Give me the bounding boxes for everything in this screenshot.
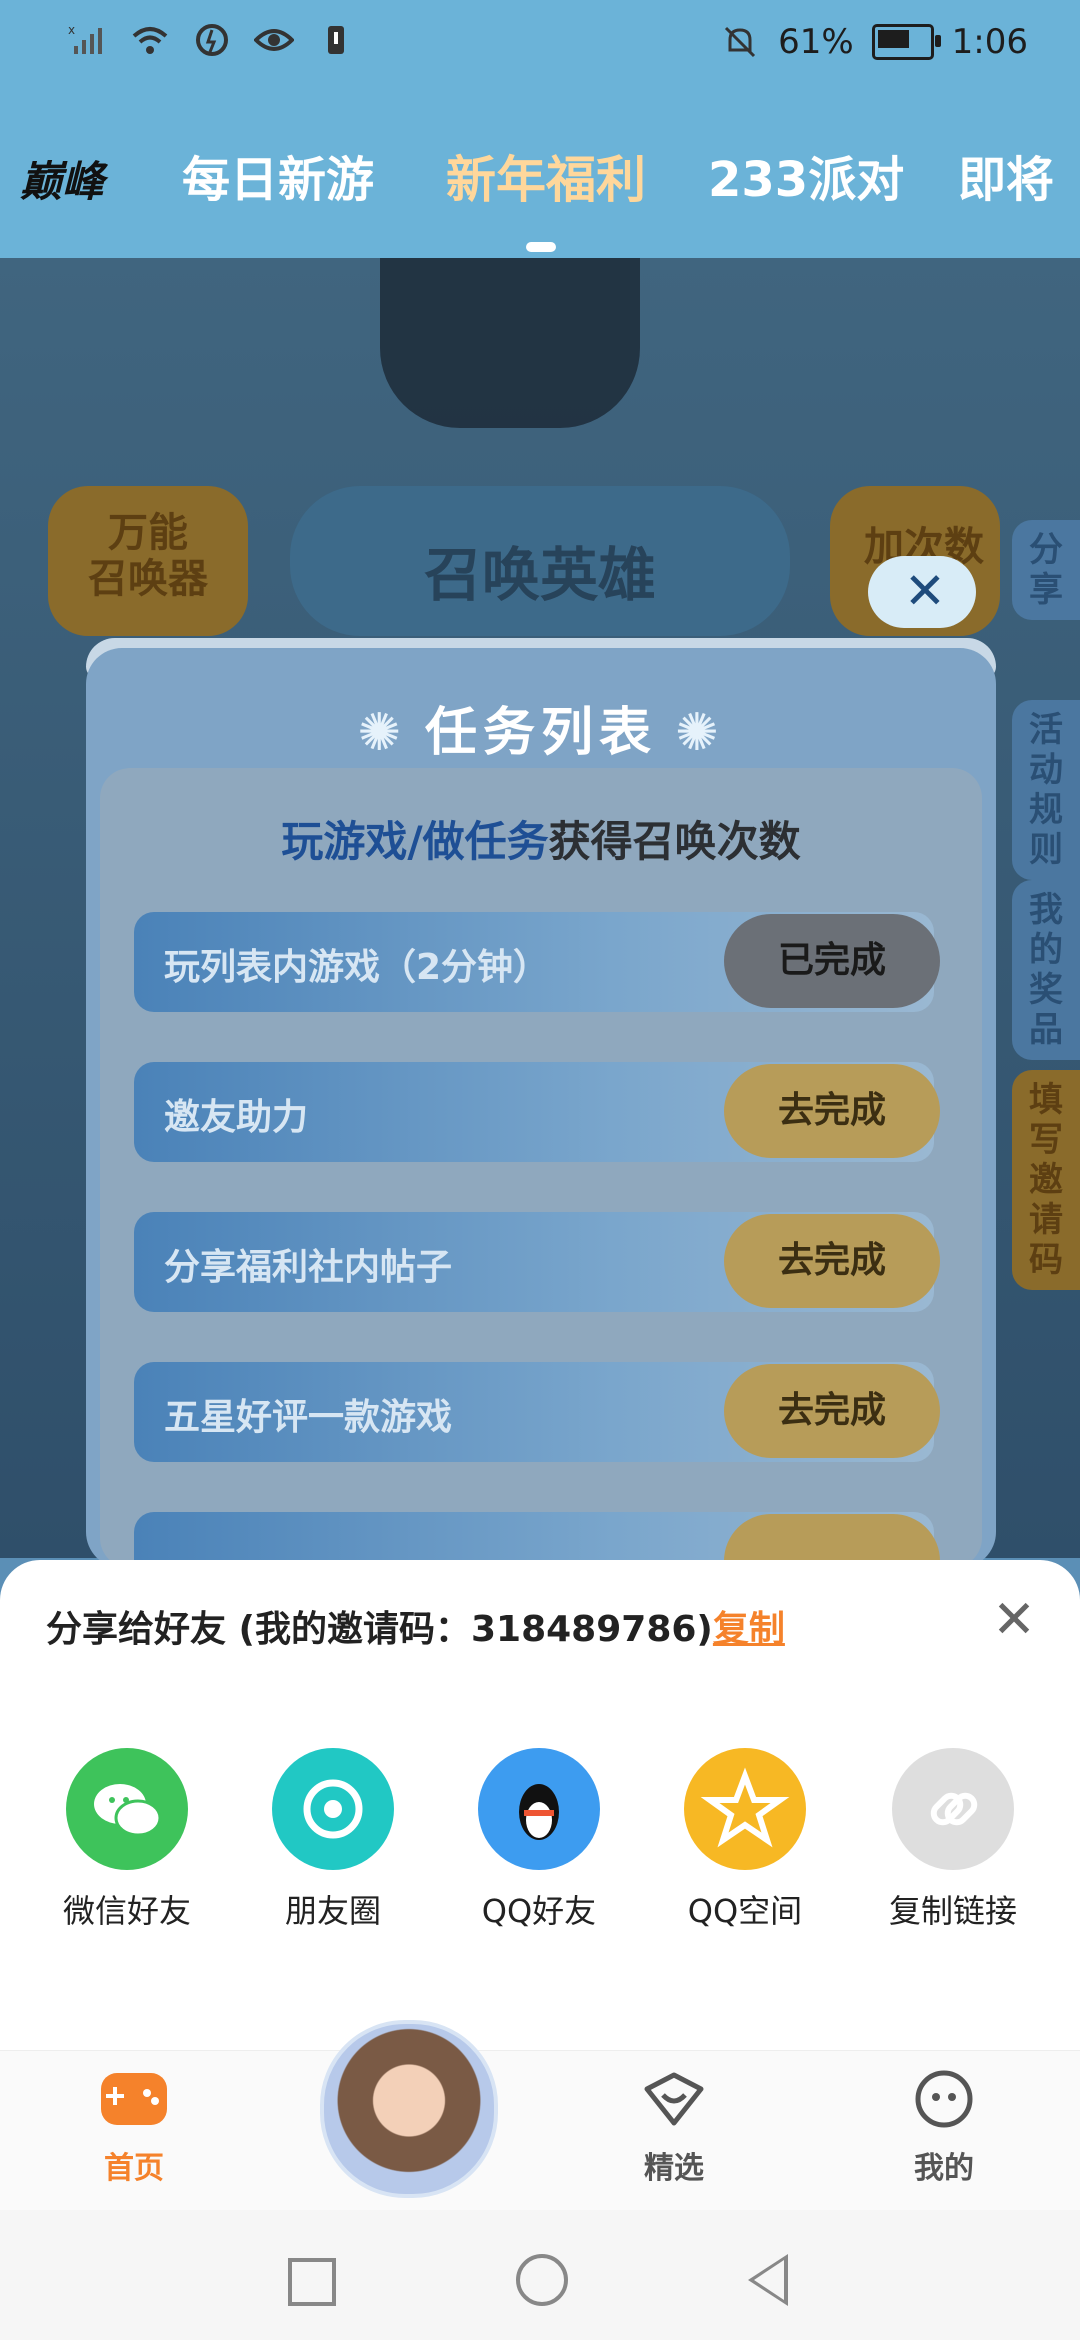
nav-featured[interactable]: 精选: [594, 2069, 754, 2187]
share-side-button[interactable]: 分享: [1012, 520, 1080, 620]
nav-label: 精选: [644, 2151, 704, 2186]
rules-side-button[interactable]: 活动规则: [1012, 700, 1080, 880]
link-icon: [892, 1748, 1014, 1870]
heart-chat-icon: [644, 2072, 704, 2126]
share-sheet-title: 分享给好友 (我的邀请码：318489786)复制: [46, 1609, 785, 1650]
top-bar: x 61% 1:06 巅峰 每日新游 新年福利 233派对 即将: [0, 0, 1080, 258]
share-moments[interactable]: 朋友圈: [248, 1748, 418, 1932]
bottom-nav: 首页 精选 我的: [0, 2050, 1080, 2211]
share-sheet: 分享给好友 (我的邀请码：318489786)复制 ✕ 微信好友 朋友圈 QQ好…: [0, 1560, 1080, 2050]
summon-hero-button[interactable]: 召唤英雄: [290, 486, 790, 636]
back-button[interactable]: [748, 2254, 788, 2306]
task-label: 五星好评一款游戏: [164, 1397, 453, 1438]
task-label: 邀友助力: [164, 1097, 309, 1138]
task-row: 分享福利社内帖子 去完成: [134, 1212, 940, 1312]
svg-text:x: x: [68, 23, 75, 37]
task-subtitle: 玩游戏/做任务获得召唤次数: [100, 808, 982, 869]
task-row: 五星好评一款游戏 去完成: [134, 1362, 940, 1462]
tab-daily-new-games[interactable]: 每日新游: [182, 140, 374, 210]
tab-indicator: [526, 242, 556, 252]
task-go-button[interactable]: 去完成: [724, 1214, 940, 1308]
tab-new-year-welfare[interactable]: 新年福利: [446, 140, 646, 212]
task-subtitle-rest: 获得召唤次数: [548, 817, 801, 866]
avatar[interactable]: [320, 2020, 498, 2198]
task-panel: 玩游戏/做任务获得召唤次数 玩列表内游戏（2分钟） 已完成 邀友助力 去完成 分…: [100, 768, 982, 1612]
system-navigation-bar: [0, 2210, 1080, 2340]
notification-icon: [328, 26, 344, 54]
mute-bell-icon: [725, 26, 756, 58]
share-target-label: 复制链接: [888, 1892, 1017, 1930]
task-label: 分享福利社内帖子: [164, 1247, 453, 1288]
my-prizes-side-button[interactable]: 我的奖品: [1012, 880, 1080, 1060]
nav-label: 我的: [914, 2151, 974, 2186]
gamepad-icon: [101, 2073, 167, 2125]
share-qq-friend[interactable]: QQ好友: [454, 1748, 624, 1932]
share-target-label: QQ好友: [481, 1892, 597, 1930]
eye-icon: [254, 29, 294, 51]
data-saver-icon: [196, 24, 228, 56]
nav-me[interactable]: 我的: [864, 2069, 1024, 2187]
share-target-label: 微信好友: [62, 1892, 191, 1930]
home-button[interactable]: [516, 2254, 568, 2306]
qq-penguin-icon: [478, 1748, 600, 1870]
nav-home[interactable]: 首页: [54, 2069, 214, 2187]
summon-hero-label: 召唤英雄: [423, 541, 656, 609]
share-copy-link[interactable]: 复制链接: [868, 1748, 1038, 1932]
clock: 1:06: [951, 22, 1028, 62]
invite-code-side-button[interactable]: 填写邀请码: [1012, 1070, 1080, 1290]
no-sim-signal-icon: x: [68, 23, 102, 54]
battery-percent: 61%: [778, 22, 854, 62]
task-row: 邀友助力 去完成: [134, 1062, 940, 1162]
nav-label: 首页: [104, 2151, 164, 2186]
snowflake-icon: ✺: [675, 703, 725, 763]
battery-icon: [871, 24, 941, 60]
universal-summoner-label: 万能 召唤器: [88, 510, 208, 602]
task-go-button[interactable]: 去完成: [724, 1064, 940, 1158]
task-go-button[interactable]: 去完成: [724, 1364, 940, 1458]
tab-peak[interactable]: 巅峰: [20, 148, 104, 209]
modal-close-button[interactable]: ✕: [868, 556, 976, 628]
tab-coming-soon[interactable]: 即将: [958, 140, 1054, 210]
status-bar: x 61% 1:06: [0, 22, 1080, 70]
hero-statue: [380, 258, 640, 428]
share-sheet-close-button[interactable]: ✕: [984, 1590, 1044, 1650]
moments-icon: [272, 1748, 394, 1870]
task-subtitle-highlight: 玩游戏/做任务: [281, 817, 549, 866]
share-target-label: 朋友圈: [284, 1892, 381, 1930]
wechat-icon: [66, 1748, 188, 1870]
battery-level: [877, 30, 909, 48]
smile-face-icon: [915, 2070, 973, 2128]
universal-summoner-button[interactable]: 万能 召唤器: [48, 486, 248, 636]
close-icon: ✕: [904, 562, 946, 620]
recent-apps-button[interactable]: [288, 2258, 336, 2306]
modal-title: ✺ 任务列表 ✺: [357, 703, 725, 763]
share-qzone[interactable]: QQ空间: [660, 1748, 830, 1932]
share-target-label: QQ空间: [687, 1892, 803, 1930]
wifi-icon: [132, 27, 168, 54]
top-tabs: 巅峰 每日新游 新年福利 233派对 即将: [0, 140, 1080, 230]
task-row: 玩列表内游戏（2分钟） 已完成: [134, 912, 940, 1012]
task-label: 玩列表内游戏（2分钟）: [164, 947, 550, 988]
qzone-star-icon: [684, 1748, 806, 1870]
tab-233-party[interactable]: 233派对: [708, 140, 904, 210]
task-list-modal: ✺ 任务列表 ✺ 玩游戏/做任务获得召唤次数 玩列表内游戏（2分钟） 已完成 邀友助…: [86, 648, 996, 1612]
share-wechat-friend[interactable]: 微信好友: [42, 1748, 212, 1932]
snowflake-icon: ✺: [357, 703, 407, 763]
copy-invite-code-link[interactable]: 复制: [713, 1609, 785, 1650]
task-done-button[interactable]: 已完成: [724, 914, 940, 1008]
close-icon: ✕: [992, 1590, 1036, 1650]
